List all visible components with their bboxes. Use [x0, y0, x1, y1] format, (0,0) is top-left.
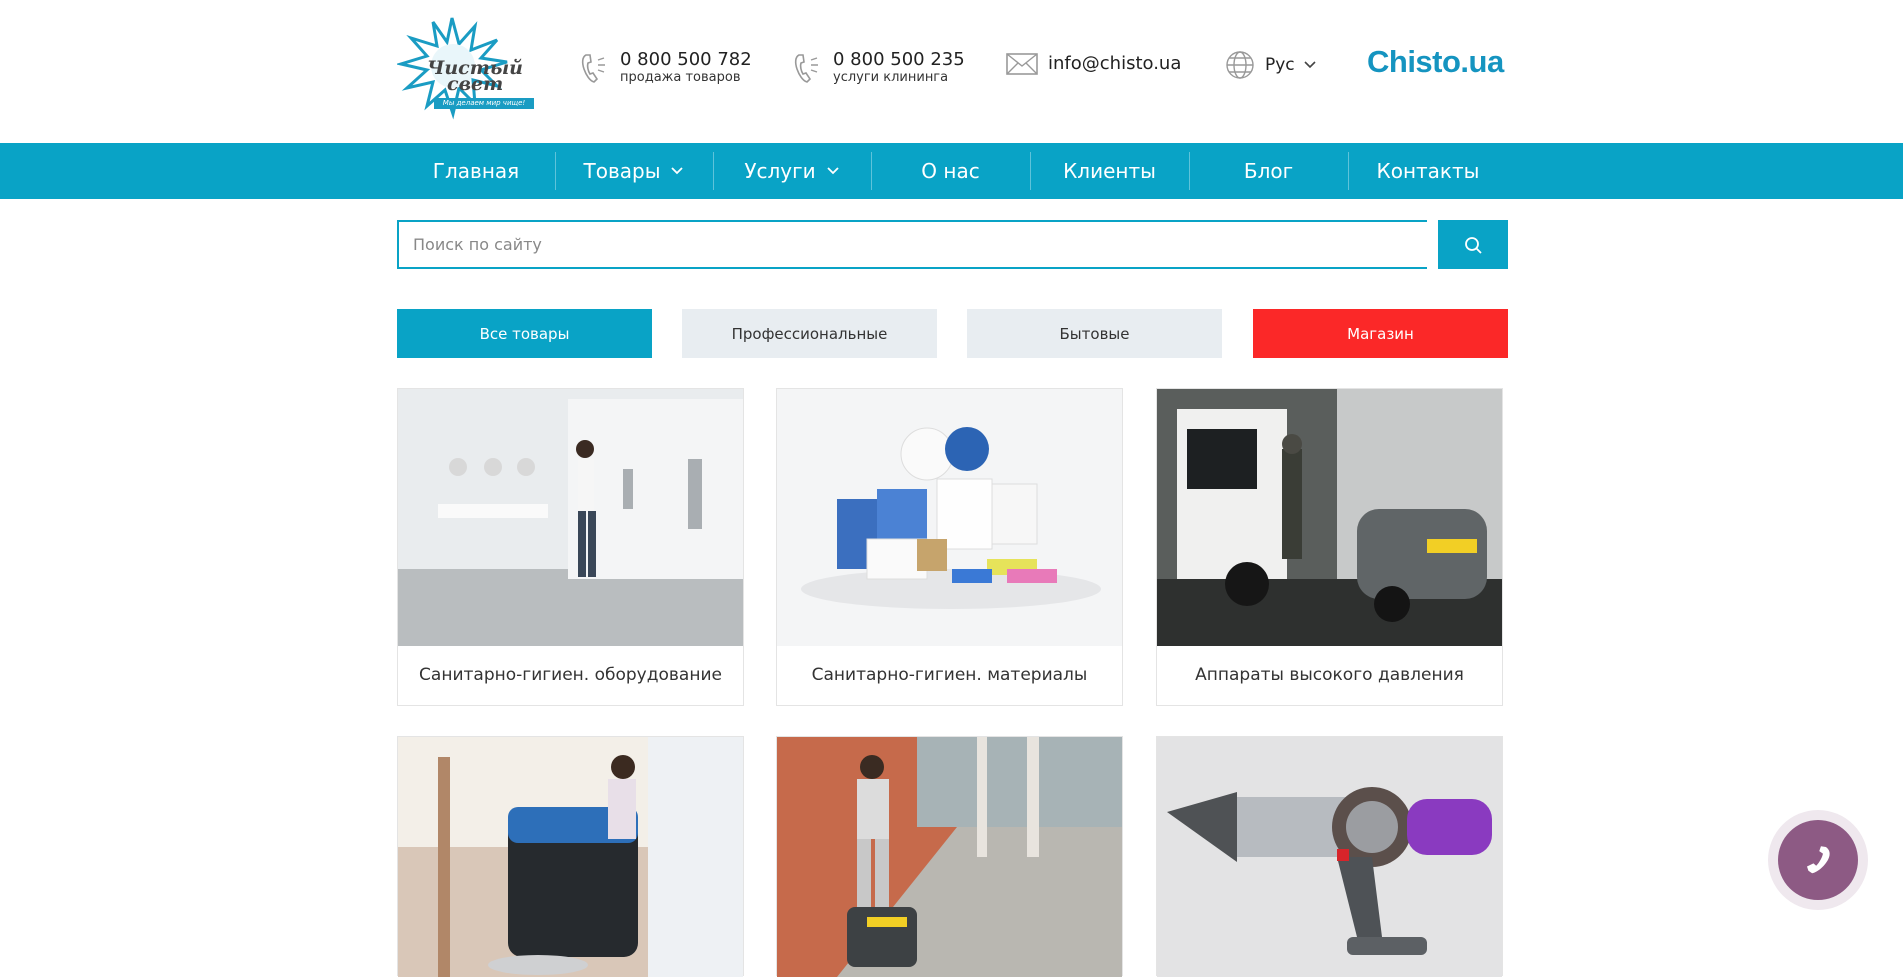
- category-image-paper-rolls: [777, 389, 1122, 646]
- category-title: Санитарно-гигиен. оборудование: [419, 665, 722, 685]
- nav-item-contacts[interactable]: Контакты: [1348, 143, 1508, 199]
- tab-household[interactable]: Бытовые: [967, 309, 1222, 358]
- tab-shop[interactable]: Магазин: [1253, 309, 1508, 358]
- main-navigation: Главная Товары Услуги О нас Клиенты Блог…: [0, 143, 1903, 199]
- language-selector[interactable]: Рус: [1225, 50, 1317, 80]
- language-code: Рус: [1265, 55, 1295, 75]
- nav-label: Блог: [1243, 159, 1294, 183]
- search-button[interactable]: [1438, 220, 1508, 269]
- phone-icon: [794, 54, 818, 83]
- search-icon: [1465, 236, 1482, 254]
- nav-label: Клиенты: [1063, 159, 1156, 183]
- category-card-sanitary-equipment[interactable]: Санитарно-гигиен. оборудование: [397, 388, 744, 706]
- category-image-cordless-vacuum: [1157, 737, 1502, 977]
- site-header: Чистый свет Мы делаем мир чище! 0 800 50…: [395, 0, 1508, 143]
- phone-cleaning-label: услуги клининга: [833, 70, 949, 85]
- logo-slogan: Мы делаем мир чище!: [434, 98, 534, 109]
- category-card-floor-scrubbers[interactable]: [397, 736, 744, 977]
- nav-label: Главная: [432, 159, 520, 183]
- search-input[interactable]: [397, 220, 1427, 269]
- nav-item-blog[interactable]: Блог: [1189, 143, 1348, 199]
- brand-wordmark[interactable]: Chisto.ua: [1367, 44, 1504, 80]
- chevron-down-icon: [1304, 61, 1316, 69]
- category-card-pressure-washers[interactable]: Аппараты высокого давления: [1156, 388, 1503, 706]
- nav-label: Услуги: [744, 159, 816, 183]
- nav-label: Товары: [583, 159, 661, 183]
- email-link[interactable]: info@chisto.ua: [1006, 52, 1181, 76]
- nav-item-about[interactable]: О нас: [871, 143, 1030, 199]
- site-logo[interactable]: Чистый свет Мы делаем мир чище!: [395, 14, 543, 126]
- category-card-vacuum-cleaners[interactable]: [1156, 736, 1503, 977]
- category-filter-tabs: Все товары Профессиональные Бытовые Мага…: [397, 309, 1508, 358]
- tab-label: Профессиональные: [731, 324, 888, 343]
- nav-item-home[interactable]: Главная: [397, 143, 555, 199]
- nav-label: Контакты: [1376, 159, 1480, 183]
- phone-cleaning[interactable]: 0 800 500 235 услуги клининга: [793, 50, 965, 86]
- callback-button[interactable]: [1778, 820, 1858, 900]
- category-image-pressure-washer: [1157, 389, 1502, 646]
- category-card-sweepers[interactable]: [776, 736, 1123, 977]
- tab-professional[interactable]: Профессиональные: [682, 309, 937, 358]
- phone-icon: [581, 54, 605, 83]
- phone-sales[interactable]: 0 800 500 782 продажа товаров: [580, 50, 752, 86]
- tab-label: Бытовые: [1059, 324, 1130, 343]
- chevron-down-icon: [827, 167, 839, 175]
- category-title: Санитарно-гигиен. материалы: [811, 665, 1088, 685]
- site-search: [397, 220, 1508, 269]
- category-title: Аппараты высокого давления: [1195, 665, 1464, 685]
- phone-sales-label: продажа товаров: [620, 70, 741, 85]
- chevron-down-icon: [671, 167, 684, 175]
- nav-item-clients[interactable]: Клиенты: [1030, 143, 1189, 199]
- envelope-icon: [1006, 53, 1038, 75]
- tab-all-products[interactable]: Все товары: [397, 309, 652, 358]
- category-card-sanitary-materials[interactable]: Санитарно-гигиен. материалы: [776, 388, 1123, 706]
- phone-handset-icon: [1806, 846, 1830, 874]
- email-address: info@chisto.ua: [1048, 53, 1182, 74]
- category-image-sweeper: [777, 737, 1122, 977]
- tab-label: Магазин: [1347, 324, 1414, 343]
- category-image-floor-scrubber: [398, 737, 743, 977]
- category-image-washroom: [398, 389, 743, 646]
- phone-sales-number: 0 800 500 782: [620, 49, 752, 70]
- globe-icon: [1226, 51, 1254, 79]
- nav-item-products[interactable]: Товары: [555, 143, 713, 199]
- tab-label: Все товары: [479, 324, 570, 343]
- nav-item-services[interactable]: Услуги: [713, 143, 871, 199]
- nav-label: О нас: [921, 159, 980, 183]
- phone-cleaning-number: 0 800 500 235: [833, 49, 965, 70]
